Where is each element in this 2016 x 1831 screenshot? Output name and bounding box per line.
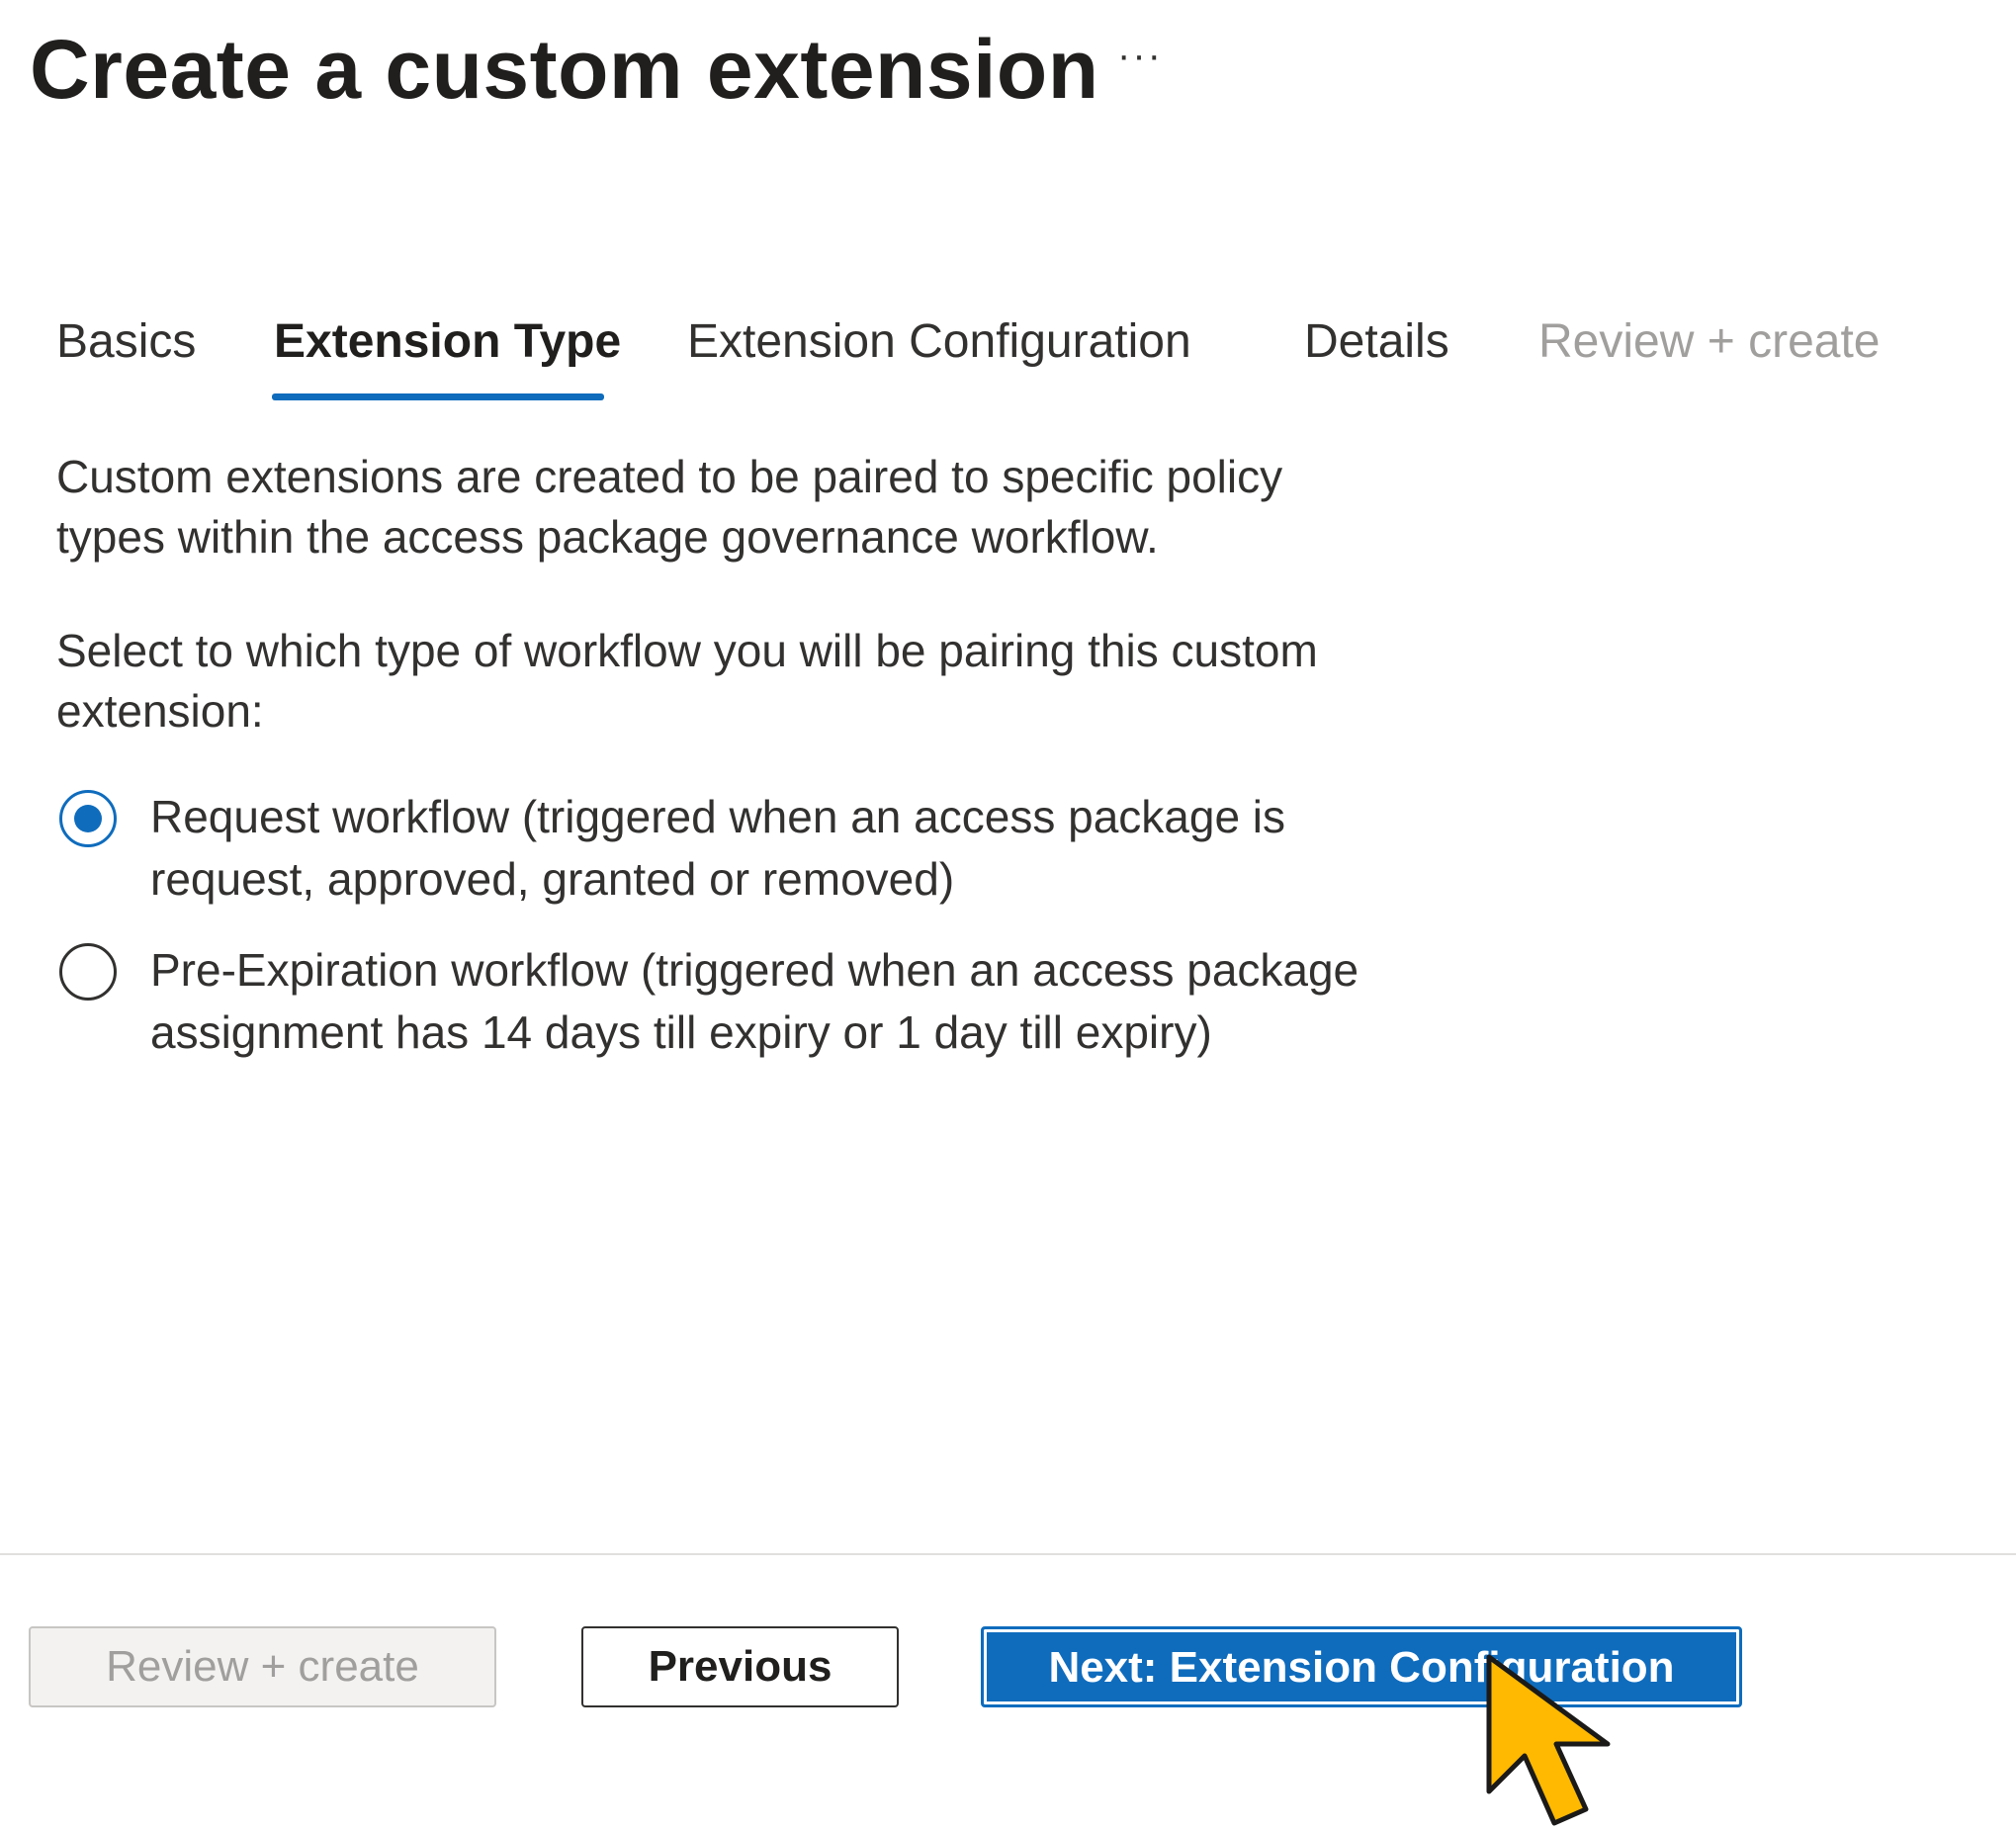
tab-details[interactable]: Details bbox=[1304, 306, 1449, 378]
tab-extension-configuration[interactable]: Extension Configuration bbox=[687, 306, 1191, 378]
radio-option-request-workflow[interactable]: Request workflow (triggered when an acce… bbox=[56, 786, 1441, 915]
radio-button-checked[interactable] bbox=[59, 790, 117, 847]
radio-label-request-workflow: Request workflow (triggered when an acce… bbox=[150, 791, 1286, 905]
pointer-cursor-icon bbox=[1486, 1654, 1611, 1826]
footer-divider bbox=[0, 1553, 2016, 1555]
wizard-tabs: Basics Extension Type Extension Configur… bbox=[0, 306, 2016, 405]
next-extension-configuration-button[interactable]: Next: Extension Configuration bbox=[981, 1626, 1742, 1707]
radio-option-pre-expiration-workflow[interactable]: Pre-Expiration workflow (triggered when … bbox=[56, 939, 1441, 1068]
workflow-select-prompt: Select to which type of workflow you wil… bbox=[56, 625, 1318, 737]
page-title: Create a custom extension bbox=[30, 23, 1099, 116]
intro-text: Custom extensions are created to be pair… bbox=[56, 451, 1283, 563]
radio-button-unchecked[interactable] bbox=[59, 943, 117, 1001]
radio-label-pre-expiration-workflow: Pre-Expiration workflow (triggered when … bbox=[150, 944, 1359, 1058]
review-create-button: Review + create bbox=[29, 1626, 496, 1707]
active-tab-indicator bbox=[272, 393, 604, 400]
radio-selected-dot bbox=[74, 805, 102, 832]
previous-button[interactable]: Previous bbox=[581, 1626, 899, 1707]
tab-basics[interactable]: Basics bbox=[56, 306, 196, 378]
more-options-icon[interactable]: ··· bbox=[1115, 36, 1165, 85]
tab-review-create: Review + create bbox=[1538, 315, 1881, 368]
tab-extension-type[interactable]: Extension Type bbox=[274, 306, 621, 378]
